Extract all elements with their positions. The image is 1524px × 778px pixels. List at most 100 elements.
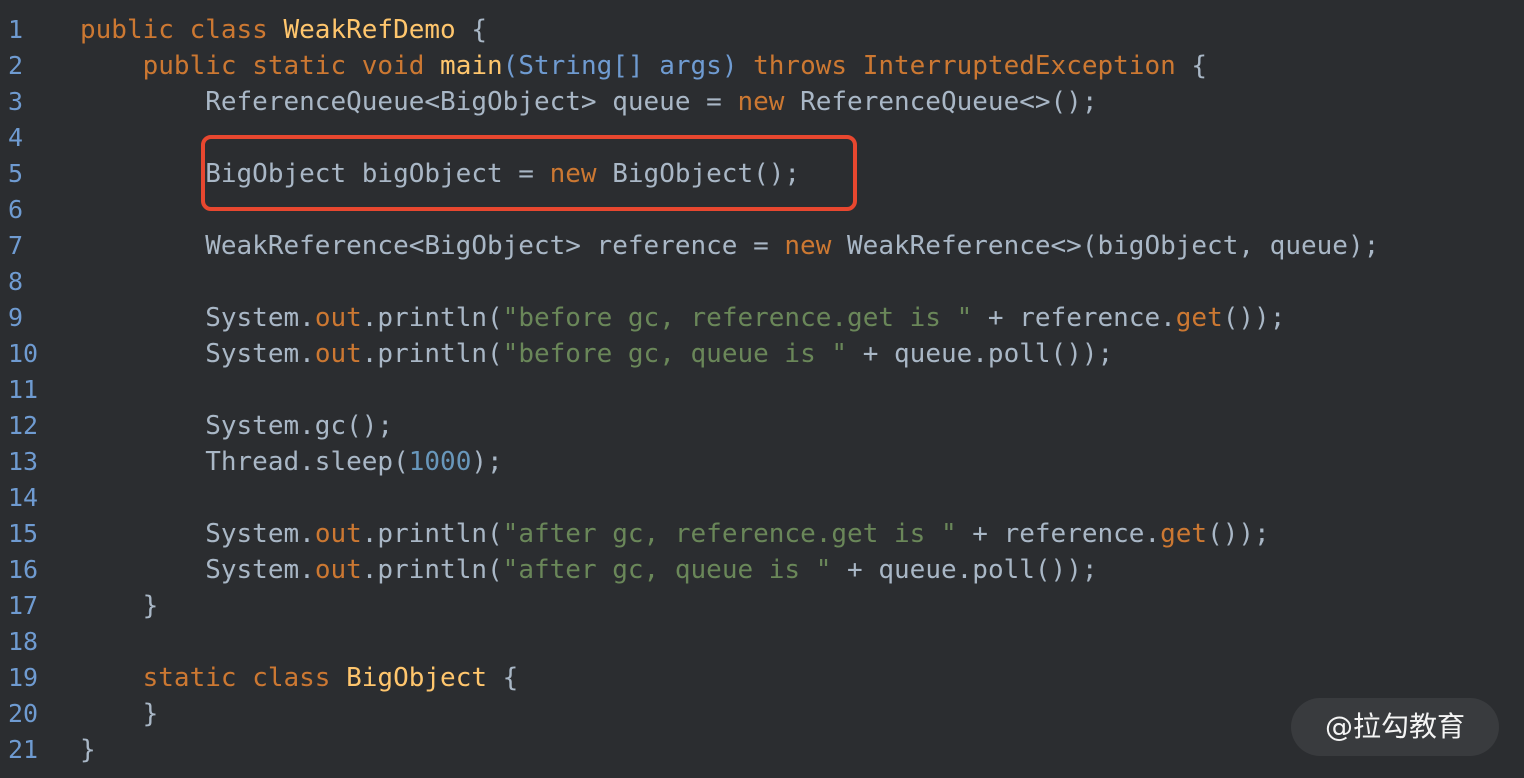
- code-line[interactable]: 1 public class WeakRefDemo {: [0, 12, 1524, 48]
- line-number: 18: [8, 627, 39, 656]
- line-number: 12: [8, 411, 39, 440]
- code-token: "after gc, reference.get is ": [502, 519, 957, 549]
- code-token: + queue.poll());: [831, 555, 1098, 585]
- line-number: 21: [8, 735, 39, 764]
- code-text: System.gc();: [80, 408, 393, 444]
- code-token: System.: [80, 555, 315, 585]
- code-token: new: [784, 231, 848, 261]
- line-number: 8: [8, 267, 24, 296]
- code-token: System.: [80, 303, 315, 333]
- watermark: @拉勾教育: [1291, 698, 1499, 756]
- code-token: 1000: [408, 447, 472, 477]
- code-token: WeakRefDemo: [283, 15, 456, 45]
- code-line[interactable]: 13 Thread.sleep(1000);: [0, 444, 1524, 480]
- line-number: 10: [8, 339, 39, 368]
- code-token: + reference.: [956, 519, 1161, 549]
- code-text: static class BigObject {: [80, 660, 519, 696]
- code-line[interactable]: 14: [0, 480, 1524, 516]
- code-token: + reference.: [972, 303, 1176, 333]
- code-token: main: [440, 51, 503, 81]
- code-token: "after gc, queue is ": [502, 555, 832, 585]
- code-token: "before gc, queue is ": [502, 339, 848, 369]
- code-token: static class: [142, 663, 347, 693]
- code-line[interactable]: 16 System.out.println("after gc, queue i…: [0, 552, 1524, 588]
- code-token: ());: [1222, 303, 1286, 333]
- code-line[interactable]: 19 static class BigObject {: [0, 660, 1524, 696]
- code-line[interactable]: 12 System.gc();: [0, 408, 1524, 444]
- code-token: }: [80, 699, 159, 729]
- code-token: ReferenceQueue<BigObject> queue =: [80, 87, 738, 117]
- code-token: ReferenceQueue<>();: [800, 87, 1098, 117]
- code-line[interactable]: 18: [0, 624, 1524, 660]
- code-text: System.out.println("after gc, queue is "…: [80, 552, 1098, 588]
- code-token: .println(: [361, 519, 503, 549]
- code-text: ReferenceQueue<BigObject> queue = new Re…: [80, 84, 1098, 120]
- line-number: 4: [8, 123, 24, 152]
- line-number: 14: [8, 483, 39, 512]
- code-token: {: [1175, 51, 1208, 81]
- code-token: System.: [80, 519, 315, 549]
- line-number: 1: [8, 15, 24, 44]
- code-token: out: [314, 303, 362, 333]
- code-token: .println(: [361, 303, 503, 333]
- code-token: get: [1175, 303, 1223, 333]
- code-token: out: [314, 519, 362, 549]
- code-token: .println(: [361, 339, 503, 369]
- code-token: public class: [80, 15, 284, 45]
- line-number: 11: [8, 375, 39, 404]
- code-token: {: [455, 15, 487, 45]
- line-number: 15: [8, 519, 39, 548]
- line-number: 3: [8, 87, 24, 116]
- code-token: InterruptedException: [862, 51, 1176, 81]
- code-line[interactable]: 17 }: [0, 588, 1524, 624]
- code-token: ());: [1207, 519, 1270, 549]
- code-text: Thread.sleep(1000);: [80, 444, 503, 480]
- code-token: {: [487, 663, 519, 693]
- code-token: out: [314, 555, 362, 585]
- code-text: System.out.println("before gc, reference…: [80, 300, 1285, 336]
- line-number: 6: [8, 195, 24, 224]
- line-number: 16: [8, 555, 39, 584]
- code-token: System.gc();: [80, 411, 394, 441]
- code-line[interactable]: 7 WeakReference<BigObject> reference = n…: [0, 228, 1524, 264]
- code-token: BigObject: [346, 663, 488, 693]
- line-number: 7: [8, 231, 24, 260]
- code-line[interactable]: 10 System.out.println("before gc, queue …: [0, 336, 1524, 372]
- code-text: }: [80, 588, 159, 624]
- code-token: .println(: [361, 555, 503, 585]
- code-line[interactable]: 3 ReferenceQueue<BigObject> queue = new …: [0, 84, 1524, 120]
- code-line[interactable]: 11: [0, 372, 1524, 408]
- code-token: throws: [753, 51, 863, 81]
- code-token: "before gc, reference.get is ": [502, 303, 973, 333]
- code-text: System.out.println("after gc, reference.…: [80, 516, 1270, 552]
- code-token: get: [1160, 519, 1208, 549]
- code-token: WeakReference<>(bigObject, queue);: [847, 231, 1380, 261]
- code-editor[interactable]: 1 public class WeakRefDemo {2 public stat…: [0, 0, 1524, 778]
- code-token: (String[] args): [502, 51, 754, 81]
- code-token: System.: [80, 339, 315, 369]
- code-line[interactable]: 8: [0, 264, 1524, 300]
- code-token: }: [80, 591, 159, 621]
- code-token: WeakReference<BigObject> reference =: [80, 231, 785, 261]
- code-token: new: [737, 87, 801, 117]
- code-token: + queue.poll());: [847, 339, 1114, 369]
- line-number: 17: [8, 591, 39, 620]
- line-number: 13: [8, 447, 39, 476]
- highlight-box: [201, 135, 857, 211]
- code-text: WeakReference<BigObject> reference = new…: [80, 228, 1379, 264]
- code-token: );: [471, 447, 503, 477]
- code-token: }: [80, 735, 96, 765]
- code-text: }: [80, 696, 159, 732]
- code-token: public static void: [142, 51, 441, 81]
- code-line[interactable]: 9 System.out.println("before gc, referen…: [0, 300, 1524, 336]
- code-token: out: [314, 339, 362, 369]
- code-token: Thread.sleep(: [80, 447, 409, 477]
- code-text: public class WeakRefDemo {: [80, 12, 487, 48]
- code-text: public static void main(String[] args) t…: [80, 48, 1207, 84]
- code-line[interactable]: 15 System.out.println("after gc, referen…: [0, 516, 1524, 552]
- code-line[interactable]: 2 public static void main(String[] args)…: [0, 48, 1524, 84]
- code-text: }: [80, 732, 96, 768]
- line-number: 20: [8, 699, 39, 728]
